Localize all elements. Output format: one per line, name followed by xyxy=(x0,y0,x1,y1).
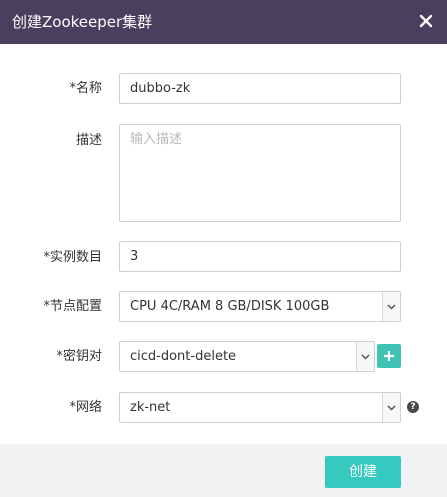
add-keypair-button[interactable] xyxy=(377,344,401,368)
node-config-value: CPU 4C/RAM 8 GB/DISK 100GB xyxy=(130,299,330,314)
dialog-header: 创建Zookeeper集群 xyxy=(0,0,447,44)
create-button[interactable]: 创建 xyxy=(325,456,401,488)
node-config-select[interactable]: CPU 4C/RAM 8 GB/DISK 100GB xyxy=(119,291,401,322)
instances-label: *实例数目 xyxy=(43,250,102,265)
create-zookeeper-dialog: 创建Zookeeper集群 *名称 dubbo-zk 描述 输入描述 *实例数目… xyxy=(0,0,447,497)
keypair-label: *密钥对 xyxy=(56,349,102,364)
network-value: zk-net xyxy=(130,400,171,415)
chevron-down-icon xyxy=(361,353,370,360)
description-textarea[interactable]: 输入描述 xyxy=(119,124,401,222)
name-label: *名称 xyxy=(69,81,102,96)
description-label: 描述 xyxy=(75,133,102,148)
question-circle-icon[interactable]: ? xyxy=(407,401,419,413)
name-input[interactable]: dubbo-zk xyxy=(119,73,401,104)
network-select[interactable]: zk-net xyxy=(119,392,401,423)
network-dropdown-arrow[interactable] xyxy=(382,393,400,422)
keypair-dropdown-arrow[interactable] xyxy=(356,342,374,371)
node-config-label: *节点配置 xyxy=(43,299,102,314)
chevron-down-icon xyxy=(387,404,396,411)
keypair-select[interactable]: cicd-dont-delete xyxy=(119,341,375,372)
keypair-value: cicd-dont-delete xyxy=(130,349,237,364)
network-label: *网络 xyxy=(69,400,102,415)
close-button[interactable] xyxy=(413,8,439,34)
node-config-dropdown-arrow[interactable] xyxy=(382,292,400,321)
chevron-down-icon xyxy=(387,303,396,310)
instances-input[interactable]: 3 xyxy=(119,241,401,272)
plus-icon xyxy=(384,351,394,361)
close-icon xyxy=(419,14,433,28)
dialog-title: 创建Zookeeper集群 xyxy=(12,13,153,31)
